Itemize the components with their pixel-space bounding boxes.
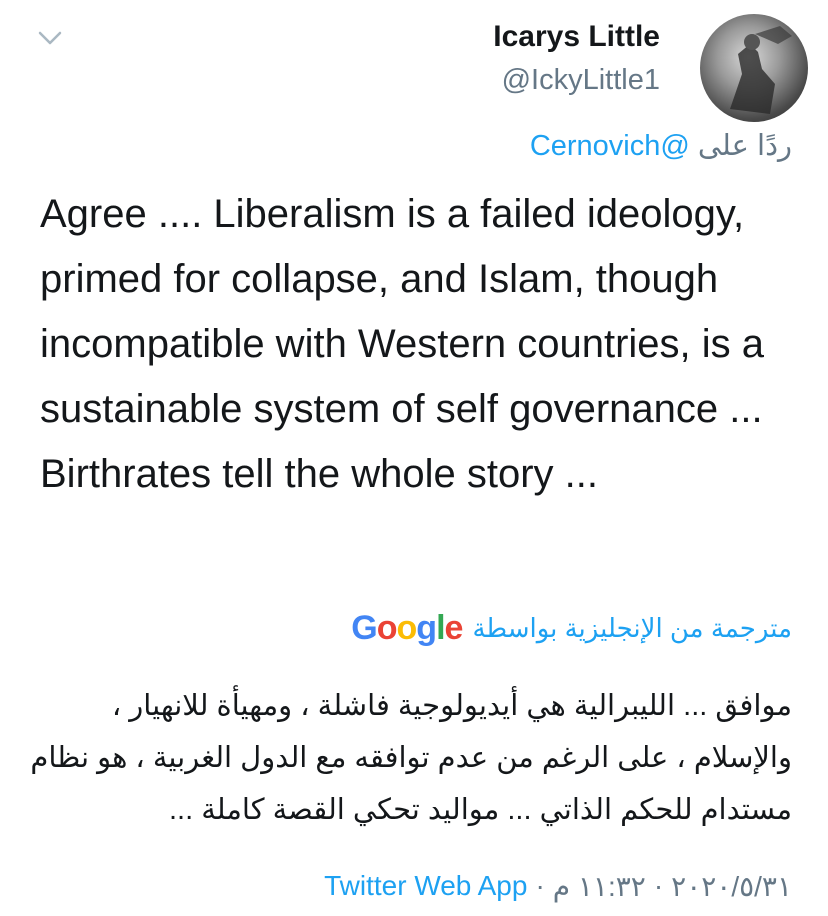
user-handle[interactable]: @IckyLittle1 [502, 64, 660, 97]
google-logo: Google [351, 608, 463, 647]
avatar[interactable] [700, 14, 808, 122]
reply-context: ردًا على @Cernovich [530, 128, 792, 163]
tweet-time[interactable]: ١١:٣٢ م [553, 870, 646, 903]
source-app-link[interactable]: Twitter Web App [324, 870, 527, 902]
reply-prefix: ردًا على [697, 130, 792, 162]
translation-attribution: مترجمة من الإنجليزية بواسطة Google [351, 608, 792, 648]
tweet-text: Agree .... Liberalism is a failed ideolo… [40, 192, 765, 496]
tweet-meta: ٢٠٢٠/٥/٣١ · ١١:٣٢ م · Twitter Web App [324, 866, 792, 906]
meta-separator: · [653, 870, 664, 901]
translated-text: موافق ... الليبرالية هي أيديولوجية فاشلة… [30, 690, 792, 826]
avatar-image-icon [730, 26, 792, 114]
tweet-date[interactable]: ٢٠٢٠/٥/٣١ [671, 870, 792, 903]
reply-mention-link[interactable]: @Cernovich [530, 130, 690, 162]
meta-separator: · [535, 870, 545, 901]
display-name[interactable]: Icarys Little [493, 20, 660, 54]
translation-label[interactable]: مترجمة من الإنجليزية بواسطة [472, 613, 792, 644]
tweet-header: Icarys Little @IckyLittle1 [0, 0, 828, 130]
